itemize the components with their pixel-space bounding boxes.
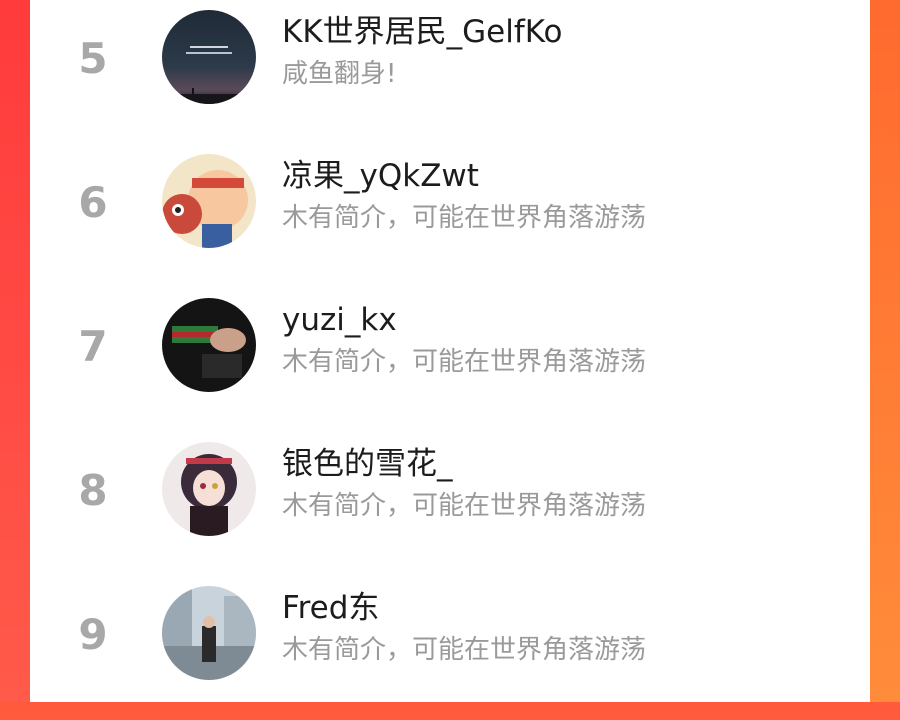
list-item[interactable]: 6 凉果_yQkZwt 木有简介，可能在世界角落游荡	[30, 144, 870, 288]
frame-left-edge	[0, 0, 30, 702]
rank-number: 8	[78, 466, 108, 515]
rank-number: 7	[78, 322, 108, 371]
username[interactable]: yuzi_kx	[282, 300, 397, 340]
frame-right-edge	[870, 0, 900, 702]
user-bio: 木有简介，可能在世界角落游荡	[282, 347, 647, 377]
username[interactable]: 凉果_yQkZwt	[282, 156, 479, 196]
avatar[interactable]	[162, 10, 256, 104]
user-bio: 咸鱼翻身!	[282, 59, 397, 89]
user-bio: 木有简介，可能在世界角落游荡	[282, 203, 647, 233]
rank-number: 9	[78, 610, 108, 659]
avatar[interactable]	[162, 154, 256, 248]
rank-number: 5	[78, 34, 108, 83]
avatar[interactable]	[162, 298, 256, 392]
rank-number: 6	[78, 178, 108, 227]
ranking-list: 5 KK世界居民_GelfKo 咸鱼翻身! 6 凉果_yQkZwt 木有简介，可…	[30, 0, 870, 702]
user-bio: 木有简介，可能在世界角落游荡	[282, 491, 647, 521]
user-bio: 木有简介，可能在世界角落游荡	[282, 635, 647, 665]
list-item[interactable]: 9 Fred东 木有简介，可能在世界角落游荡	[30, 576, 870, 720]
username[interactable]: 银色的雪花_	[282, 444, 453, 484]
list-item[interactable]: 5 KK世界居民_GelfKo 咸鱼翻身!	[30, 0, 870, 144]
avatar[interactable]	[162, 442, 256, 536]
avatar[interactable]	[162, 586, 256, 680]
username[interactable]: Fred东	[282, 588, 379, 628]
list-item[interactable]: 8 银色的雪花_ 木有简介，可能在世界角落游荡	[30, 432, 870, 576]
username[interactable]: KK世界居民_GelfKo	[282, 12, 563, 52]
list-item[interactable]: 7 yuzi_kx 木有简介，可能在世界角落游荡	[30, 288, 870, 432]
